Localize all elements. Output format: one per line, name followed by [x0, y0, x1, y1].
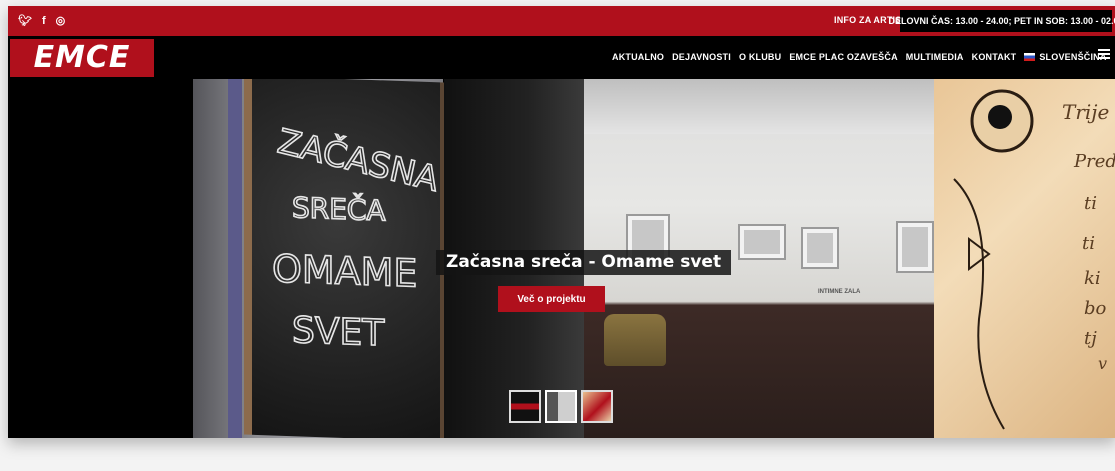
gallery-ceiling [584, 79, 934, 134]
website-frame: 🐦︎ f ◎ INFO ZA ARTISTE DELOVNI ČAS: 13.0… [8, 6, 1115, 438]
chalk-line-2: SREČA [292, 190, 386, 227]
artwork-frame [738, 224, 786, 260]
opening-hours: DELOVNI ČAS: 13.00 - 24.00; PET IN SOB: … [888, 10, 1115, 32]
chalk-line-3: OMAME [272, 246, 417, 295]
hero-title: Začasna sreča - Omame svet [436, 250, 732, 275]
artwork-frame [896, 221, 934, 273]
slider-thumbnails [509, 390, 613, 423]
drawing-text-6: bo [1084, 298, 1107, 319]
hamburger-menu-icon[interactable] [1098, 49, 1110, 59]
project-details-button[interactable]: Več o projektu [498, 286, 605, 312]
slide-thumbnail-1[interactable] [509, 390, 541, 423]
language-selector[interactable]: SLOVENŠČINA [1024, 52, 1106, 62]
wall-label: INTIMNE ZALA [818, 289, 861, 295]
chalk-writing: ZAČASNA SREČA OMAME SVET [271, 120, 442, 355]
drawing-text-4: ti [1082, 233, 1095, 254]
slide-thumbnail-2[interactable] [545, 390, 577, 423]
wall-strip [228, 79, 242, 438]
nav-item-ozavesca[interactable]: EMCE PLAC OZAVEŠČA [789, 52, 897, 62]
drawing-text-1: Trije [1062, 100, 1109, 124]
top-bar: 🐦︎ f ◎ INFO ZA ARTISTE DELOVNI ČAS: 13.0… [8, 6, 1115, 36]
facebook-icon[interactable]: f [42, 14, 46, 28]
artwork-frame [801, 227, 839, 269]
main-navigation: EMCE PLAC AKTUALNO DEJAVNOSTI O KLUBU EM… [8, 36, 1115, 113]
hero-left-panel [8, 79, 193, 438]
chalk-line-1: ZAČASNA [274, 121, 442, 200]
nav-item-aktualno[interactable]: AKTUALNO [612, 52, 664, 62]
drawing-text-3: ti [1084, 193, 1097, 214]
drawing-text-7: tj [1084, 328, 1097, 349]
nav-menu: AKTUALNO DEJAVNOSTI O KLUBU EMCE PLAC OZ… [612, 52, 1107, 62]
drawing-text-2: Pred [1073, 151, 1115, 172]
chalkboard-image: ZAČASNA SREČA OMAME SVET [244, 79, 444, 438]
nav-item-kontakt[interactable]: KONTAKT [972, 52, 1017, 62]
nav-item-multimedia[interactable]: MULTIMEDIA [906, 52, 964, 62]
language-label: SLOVENŠČINA [1039, 52, 1107, 62]
slide-thumbnail-3[interactable] [581, 390, 613, 423]
hero-slider: ZAČASNA SREČA OMAME SVET INTIMNE ZALA Tr… [8, 79, 1115, 438]
site-logo[interactable]: EMCE PLAC [10, 39, 154, 113]
illustration-image: Trije Pred ti ti ki bo tj v [934, 79, 1115, 438]
sketch-drawing: Trije Pred ti ti ki bo tj v [953, 89, 1115, 430]
nav-item-o-klubu[interactable]: O KLUBU [739, 52, 781, 62]
instagram-icon[interactable]: ◎ [56, 14, 66, 28]
drawing-text-5: ki [1084, 268, 1101, 289]
drawing-text-8: v [1098, 354, 1107, 373]
slovenia-flag-icon [1024, 53, 1036, 61]
social-links: 🐦︎ f ◎ [18, 14, 65, 28]
twitter-icon[interactable]: 🐦︎ [18, 14, 32, 28]
nav-item-dejavnosti[interactable]: DEJAVNOSTI [672, 52, 731, 62]
chalk-line-4: SVET [292, 310, 385, 354]
armchair [604, 314, 666, 366]
